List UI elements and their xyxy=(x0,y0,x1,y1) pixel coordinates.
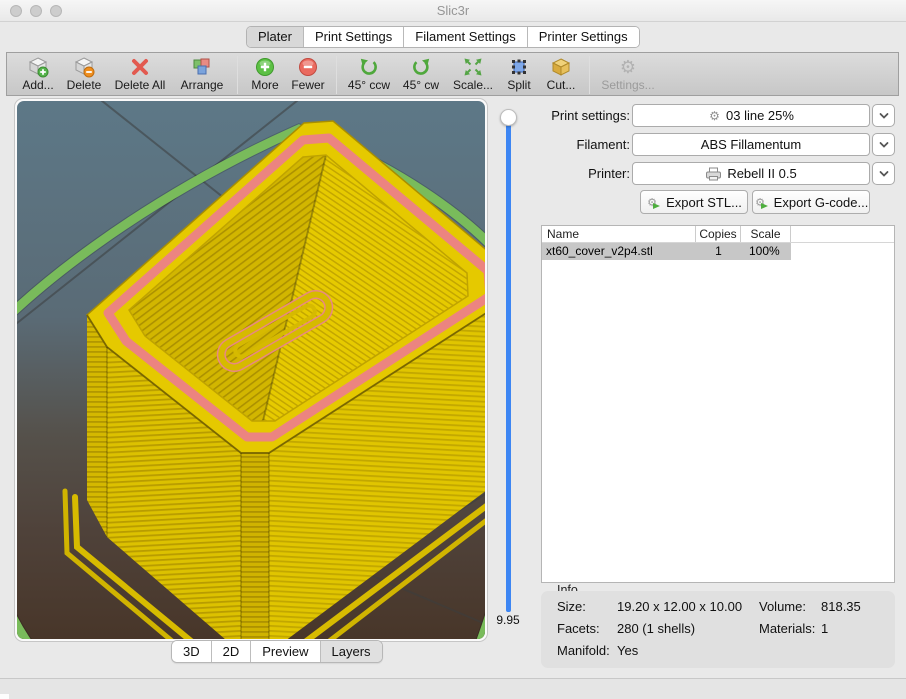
print-settings-dropdown-button[interactable] xyxy=(872,104,895,127)
column-header-name: Name xyxy=(542,226,696,242)
filament-label: Filament: xyxy=(538,133,630,156)
delete-all-icon xyxy=(129,56,151,78)
filament-value: ABS Fillamentum xyxy=(701,137,801,152)
3d-viewport[interactable] xyxy=(17,101,485,639)
print-settings-label: Print settings: xyxy=(538,104,630,127)
cut-button[interactable]: Cut... xyxy=(539,56,583,94)
filament-combo[interactable]: ABS Fillamentum xyxy=(632,133,870,156)
settings-icon: ⚙ xyxy=(617,56,639,78)
delete-object-icon xyxy=(73,56,95,78)
layer-slider-track[interactable] xyxy=(506,117,511,612)
svg-text:⚙: ⚙ xyxy=(709,109,720,122)
layer-slider-thumb[interactable] xyxy=(500,109,517,126)
view-tab-preview[interactable]: Preview xyxy=(250,641,319,662)
chevron-down-icon xyxy=(878,140,890,150)
cut-icon xyxy=(550,56,572,78)
export-icon: ⚙ xyxy=(754,195,769,210)
tab-plater[interactable]: Plater xyxy=(247,27,303,47)
split-icon xyxy=(508,56,530,78)
printer-value: Rebell II 0.5 xyxy=(727,166,796,181)
chevron-down-icon xyxy=(878,111,890,121)
delete-button[interactable]: Delete xyxy=(61,56,107,94)
chevron-down-icon xyxy=(878,169,890,179)
titlebar: Slic3r xyxy=(0,0,906,22)
more-button[interactable]: More xyxy=(244,56,286,94)
tab-print-settings[interactable]: Print Settings xyxy=(303,27,403,47)
column-header-scale: Scale xyxy=(741,226,791,242)
add-object-icon xyxy=(27,56,49,78)
window-title: Slic3r xyxy=(0,0,906,22)
delete-all-button[interactable]: Delete All xyxy=(107,56,173,94)
export-stl-label: Export STL... xyxy=(666,195,742,210)
tab-printer-settings[interactable]: Printer Settings xyxy=(527,27,639,47)
settings-button[interactable]: ⚙ Settings... xyxy=(596,56,660,94)
view-tab-2d[interactable]: 2D xyxy=(211,641,251,662)
view-tabbar: 3D 2D Preview Layers xyxy=(171,640,383,663)
object-list-header: Name Copies Scale xyxy=(542,226,894,243)
split-button[interactable]: Split xyxy=(499,56,539,94)
printer-label: Printer: xyxy=(538,162,630,185)
fewer-copies-icon xyxy=(297,56,319,78)
cell-scale: 100% xyxy=(741,243,791,260)
viewport-scene xyxy=(17,101,485,639)
print-settings-value: 03 line 25% xyxy=(726,108,794,123)
plater-toolbar: Add... Delete Delete All xyxy=(6,52,899,96)
printer-combo[interactable]: Rebell II 0.5 xyxy=(632,162,870,185)
volume-label: Volume: xyxy=(759,599,806,614)
main-tabbar: Plater Print Settings Filament Settings … xyxy=(246,26,640,48)
scale-button[interactable]: Scale... xyxy=(447,56,499,94)
manifold-label: Manifold: xyxy=(557,643,610,658)
materials-label: Materials: xyxy=(759,621,815,636)
rotate-ccw-icon xyxy=(358,56,380,78)
facets-value: 280 (1 shells) xyxy=(617,621,695,636)
volume-value: 818.35 xyxy=(821,599,861,614)
view-tab-layers[interactable]: Layers xyxy=(320,641,382,662)
toolbar-separator xyxy=(336,56,337,94)
viewport-frame xyxy=(14,98,488,642)
layer-slider-value: 9.95 xyxy=(488,613,528,627)
rotate-cw-button[interactable]: 45° cw xyxy=(395,56,447,94)
arrange-button[interactable]: Arrange xyxy=(173,56,231,94)
scale-icon xyxy=(462,56,484,78)
print-settings-combo[interactable]: ⚙ 03 line 25% xyxy=(632,104,870,127)
rotate-ccw-button[interactable]: 45° ccw xyxy=(343,56,395,94)
toolbar-separator xyxy=(237,56,238,94)
export-stl-button[interactable]: ⚙ Export STL... xyxy=(640,190,748,214)
column-header-empty xyxy=(791,226,894,242)
size-label: Size: xyxy=(557,599,586,614)
status-bar xyxy=(0,678,906,699)
svg-text:⚙: ⚙ xyxy=(620,57,636,78)
size-value: 19.20 x 12.00 x 10.00 xyxy=(617,599,742,614)
arrange-icon xyxy=(191,56,213,78)
fewer-button[interactable]: Fewer xyxy=(286,56,330,94)
export-icon: ⚙ xyxy=(646,195,661,210)
cell-copies: 1 xyxy=(696,243,741,260)
gear-icon: ⚙ xyxy=(708,109,721,122)
export-gcode-button[interactable]: ⚙ Export G-code... xyxy=(752,190,870,214)
info-box: Size: 19.20 x 12.00 x 10.00 Volume: 818.… xyxy=(541,591,895,668)
printer-icon xyxy=(705,167,722,181)
tab-filament-settings[interactable]: Filament Settings xyxy=(403,27,526,47)
more-copies-icon xyxy=(254,56,276,78)
materials-value: 1 xyxy=(821,621,828,636)
printer-dropdown-button[interactable] xyxy=(872,162,895,185)
rotate-cw-icon xyxy=(410,56,432,78)
add-button[interactable]: Add... xyxy=(15,56,61,94)
table-row[interactable]: xt60_cover_v2p4.stl 1 100% xyxy=(542,243,894,260)
cell-name: xt60_cover_v2p4.stl xyxy=(542,243,696,260)
resize-grip xyxy=(0,694,9,699)
view-tab-3d[interactable]: 3D xyxy=(172,641,211,662)
manifold-value: Yes xyxy=(617,643,638,658)
column-header-copies: Copies xyxy=(696,226,741,242)
facets-label: Facets: xyxy=(557,621,600,636)
object-list: Name Copies Scale xt60_cover_v2p4.stl 1 … xyxy=(541,225,895,583)
toolbar-separator xyxy=(589,56,590,94)
export-gcode-label: Export G-code... xyxy=(774,195,869,210)
filament-dropdown-button[interactable] xyxy=(872,133,895,156)
